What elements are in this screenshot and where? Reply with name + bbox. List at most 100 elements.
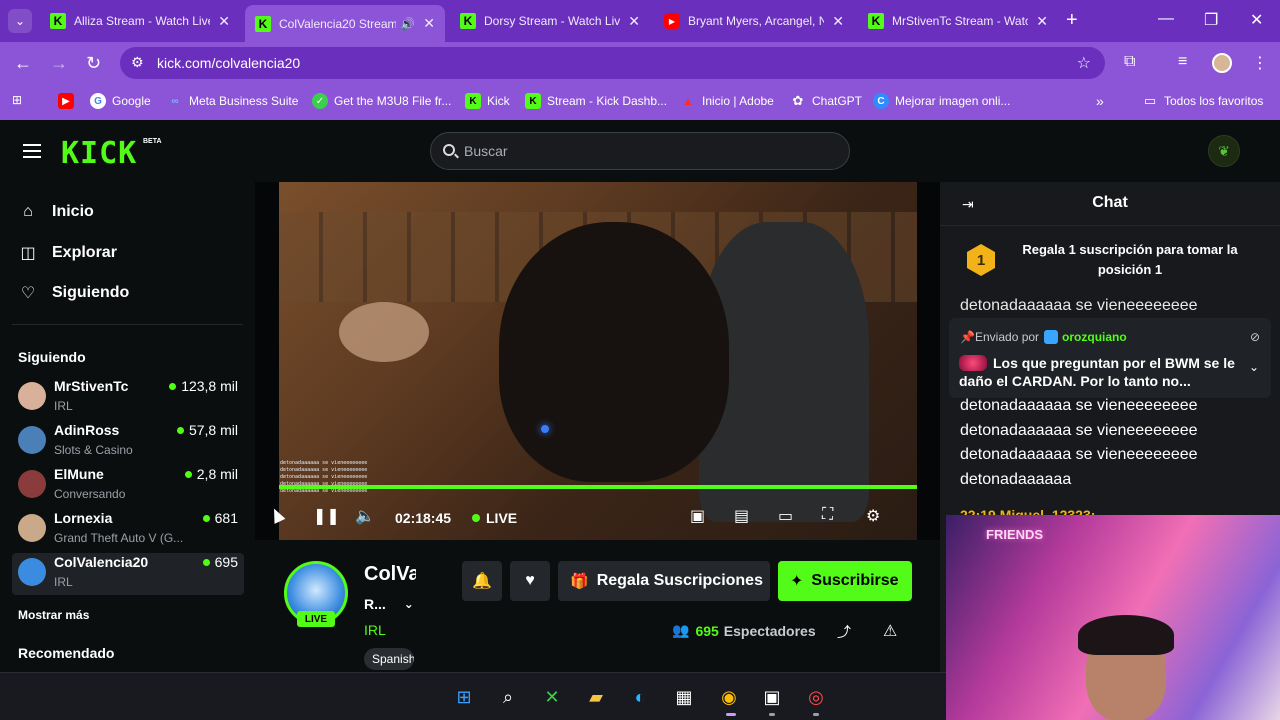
bookmark-youtube[interactable]: ▶ [58, 93, 80, 109]
channel-item[interactable]: ElMune Conversando 2,8 mil [12, 465, 244, 507]
restore-icon[interactable]: ❐ [1204, 10, 1218, 30]
channel-item[interactable]: AdinRoss Slots & Casino 57,8 mil [12, 421, 244, 463]
sidebar-item-explorar[interactable]: ◫ Explorar [18, 243, 116, 263]
pinned-message[interactable]: 📌 Enviado por orozquiano ⊘ Los que pregun… [949, 318, 1271, 398]
stream-category[interactable]: IRL [364, 622, 386, 638]
webcam-person [1078, 615, 1174, 655]
tab-youtube[interactable]: ▶ Bryant Myers, Arcangel, N ✕ [654, 5, 854, 37]
gift-subs-button[interactable]: 🎁 Regala Suscripciones [558, 561, 770, 601]
bookmark-adobe[interactable]: ▲ Inicio | Adobe [680, 93, 774, 109]
overlay-line: detonadaaaaaa se vieneeeeeeee [280, 488, 368, 494]
miniplayer-icon[interactable]: ▣ [690, 506, 705, 526]
user-badge-icon [1044, 330, 1059, 344]
follow-button[interactable]: ♥ [510, 561, 550, 601]
gift-icon: 🎁 [570, 573, 589, 590]
all-bookmarks[interactable]: ▭ Todos los favoritos [1142, 93, 1264, 109]
sidebar-item-siguiendo[interactable]: ♡ Siguiendo [18, 283, 130, 303]
extensions-icon[interactable]: ⧉ [1124, 53, 1135, 71]
subscribe-button[interactable]: ✦ Suscribirse [778, 561, 912, 601]
close-icon[interactable]: ✕ [218, 13, 230, 30]
url-field[interactable]: ⚙ kick.com/colvalencia20 ☆ [120, 47, 1105, 79]
pin-icon: 📌 [960, 330, 975, 344]
theater-mode-icon[interactable]: ▭ [778, 506, 793, 526]
close-icon[interactable]: ✕ [832, 13, 844, 30]
profile-avatar[interactable] [1212, 53, 1232, 73]
bookmark-google[interactable]: G Google [90, 93, 151, 109]
close-icon[interactable]: ✕ [1036, 13, 1048, 30]
speaker-icon[interactable]: 🔊 [400, 17, 415, 31]
bookmark-m3u8[interactable]: ✓ Get the M3U8 File fr... [312, 93, 451, 109]
language-tag[interactable]: Spanish [364, 648, 414, 670]
app-icon[interactable]: ◎ [803, 684, 829, 710]
menu-icon[interactable] [23, 144, 41, 158]
sidebar-divider [12, 324, 243, 325]
show-more-link[interactable]: Mostrar más [18, 608, 89, 622]
viewer-count: 123,8 mil [169, 378, 238, 394]
viewer-count-text: 681 [214, 510, 238, 526]
report-warning-icon[interactable]: ⚠ [883, 621, 897, 641]
xbox-icon[interactable]: ✕ [539, 684, 565, 710]
volume-icon[interactable]: 🔈 [355, 506, 375, 526]
chrome-icon[interactable]: ◉ [716, 684, 742, 710]
edge-icon[interactable]: ◐ [627, 684, 653, 710]
more-menu-icon[interactable]: ⋮ [1252, 53, 1268, 73]
search-input[interactable]: Buscar [430, 132, 850, 170]
site-info-icon[interactable]: ⚙ [131, 54, 144, 71]
channel-item[interactable]: Lornexia Grand Theft Auto V (G... 681 [12, 509, 244, 551]
share-icon[interactable]: ⤴ [837, 622, 851, 642]
sidebar-item-inicio[interactable]: ⌂ Inicio [18, 203, 94, 221]
new-tab-icon[interactable]: + [1066, 9, 1078, 32]
live-indicator[interactable]: LIVE [472, 510, 517, 526]
chevron-down-icon[interactable]: ⌄ [404, 597, 414, 611]
tab-search-dropdown[interactable]: ⌄ [8, 9, 32, 33]
windows-start-icon[interactable]: ⊞ [451, 684, 477, 710]
live-dot-icon [169, 382, 177, 390]
chevron-down-icon[interactable]: ⌄ [1249, 360, 1259, 374]
chat-title: Chat [1092, 194, 1128, 211]
bookmark-mejorar-imagen[interactable]: C Mejorar imagen onli... [873, 93, 1010, 109]
pause-icon[interactable]: ❚❚ [313, 506, 340, 526]
tab-dorsy[interactable]: K Dorsy Stream - Watch Live ✕ [450, 5, 650, 37]
channel-item[interactable]: MrStivenTc IRL 123,8 mil [12, 377, 244, 419]
active-app-indicator [726, 713, 736, 716]
kick-logo[interactable]: KICK [61, 136, 137, 171]
reload-icon[interactable]: ↻ [86, 53, 101, 74]
bookmark-kick[interactable]: K Kick [465, 93, 510, 109]
folder-icon: ▭ [1143, 93, 1157, 108]
pinned-user[interactable]: orozquiano [1044, 330, 1127, 344]
bookmark-meta[interactable]: ∞ Meta Business Suite [167, 93, 298, 109]
fullscreen-icon[interactable]: ⛶ [822, 506, 833, 524]
file-explorer-icon[interactable]: ▰ [583, 684, 609, 710]
progress-bar[interactable] [279, 485, 917, 489]
minimize-icon[interactable]: — [1158, 10, 1174, 28]
tab-mrstiventc[interactable]: K MrStivenTc Stream - Watch ✕ [858, 5, 1058, 37]
back-arrow-icon[interactable]: ← [14, 53, 32, 74]
bookmark-chatgpt[interactable]: ✿ ChatGPT [790, 93, 862, 109]
forward-arrow-icon[interactable]: → [50, 53, 68, 74]
media-control-icon[interactable]: ≡ [1178, 53, 1187, 71]
notifications-button[interactable]: 🔔 [462, 561, 502, 601]
following-section-title: Siguiendo [18, 349, 86, 365]
user-avatar[interactable]: ❦ [1208, 135, 1240, 167]
tab-title: Bryant Myers, Arcangel, N [688, 14, 825, 28]
search-icon[interactable]: ⌕ [495, 684, 521, 710]
store-icon[interactable]: ▦ [671, 684, 697, 710]
window-close-icon[interactable]: ✕ [1250, 10, 1263, 30]
bookmark-kick-dashboard[interactable]: K Stream - Kick Dashb... [525, 93, 667, 109]
pinned-message-text: Los que preguntan por el BWM se le daño … [959, 354, 1239, 390]
stream-title[interactable]: R... ⌄ [364, 596, 414, 612]
app-icon[interactable]: ▣ [759, 684, 785, 710]
more-bookmarks-icon[interactable]: » [1096, 93, 1104, 109]
hide-eye-icon[interactable]: ⊘ [1250, 330, 1260, 344]
channel-item-active[interactable]: ColValencia20 IRL 695 [12, 553, 244, 595]
apps-grid-icon[interactable]: ⊞ [12, 93, 22, 107]
close-icon[interactable]: ✕ [628, 13, 640, 30]
close-icon[interactable]: ✕ [423, 15, 435, 32]
tab-colvalencia20[interactable]: K ColValencia20 Stream 🔊 ✕ [245, 5, 445, 42]
streamer-name[interactable]: ColValencia20 [364, 563, 416, 586]
clip-icon[interactable]: ▤ [734, 506, 749, 526]
star-icon[interactable]: ☆ [1077, 53, 1091, 73]
tab-alliza[interactable]: K Alliza Stream - Watch Live ✕ [40, 5, 240, 37]
pinned-by: Enviado por orozquiano [975, 330, 1127, 344]
settings-gear-icon[interactable]: ⚙ [866, 506, 880, 526]
